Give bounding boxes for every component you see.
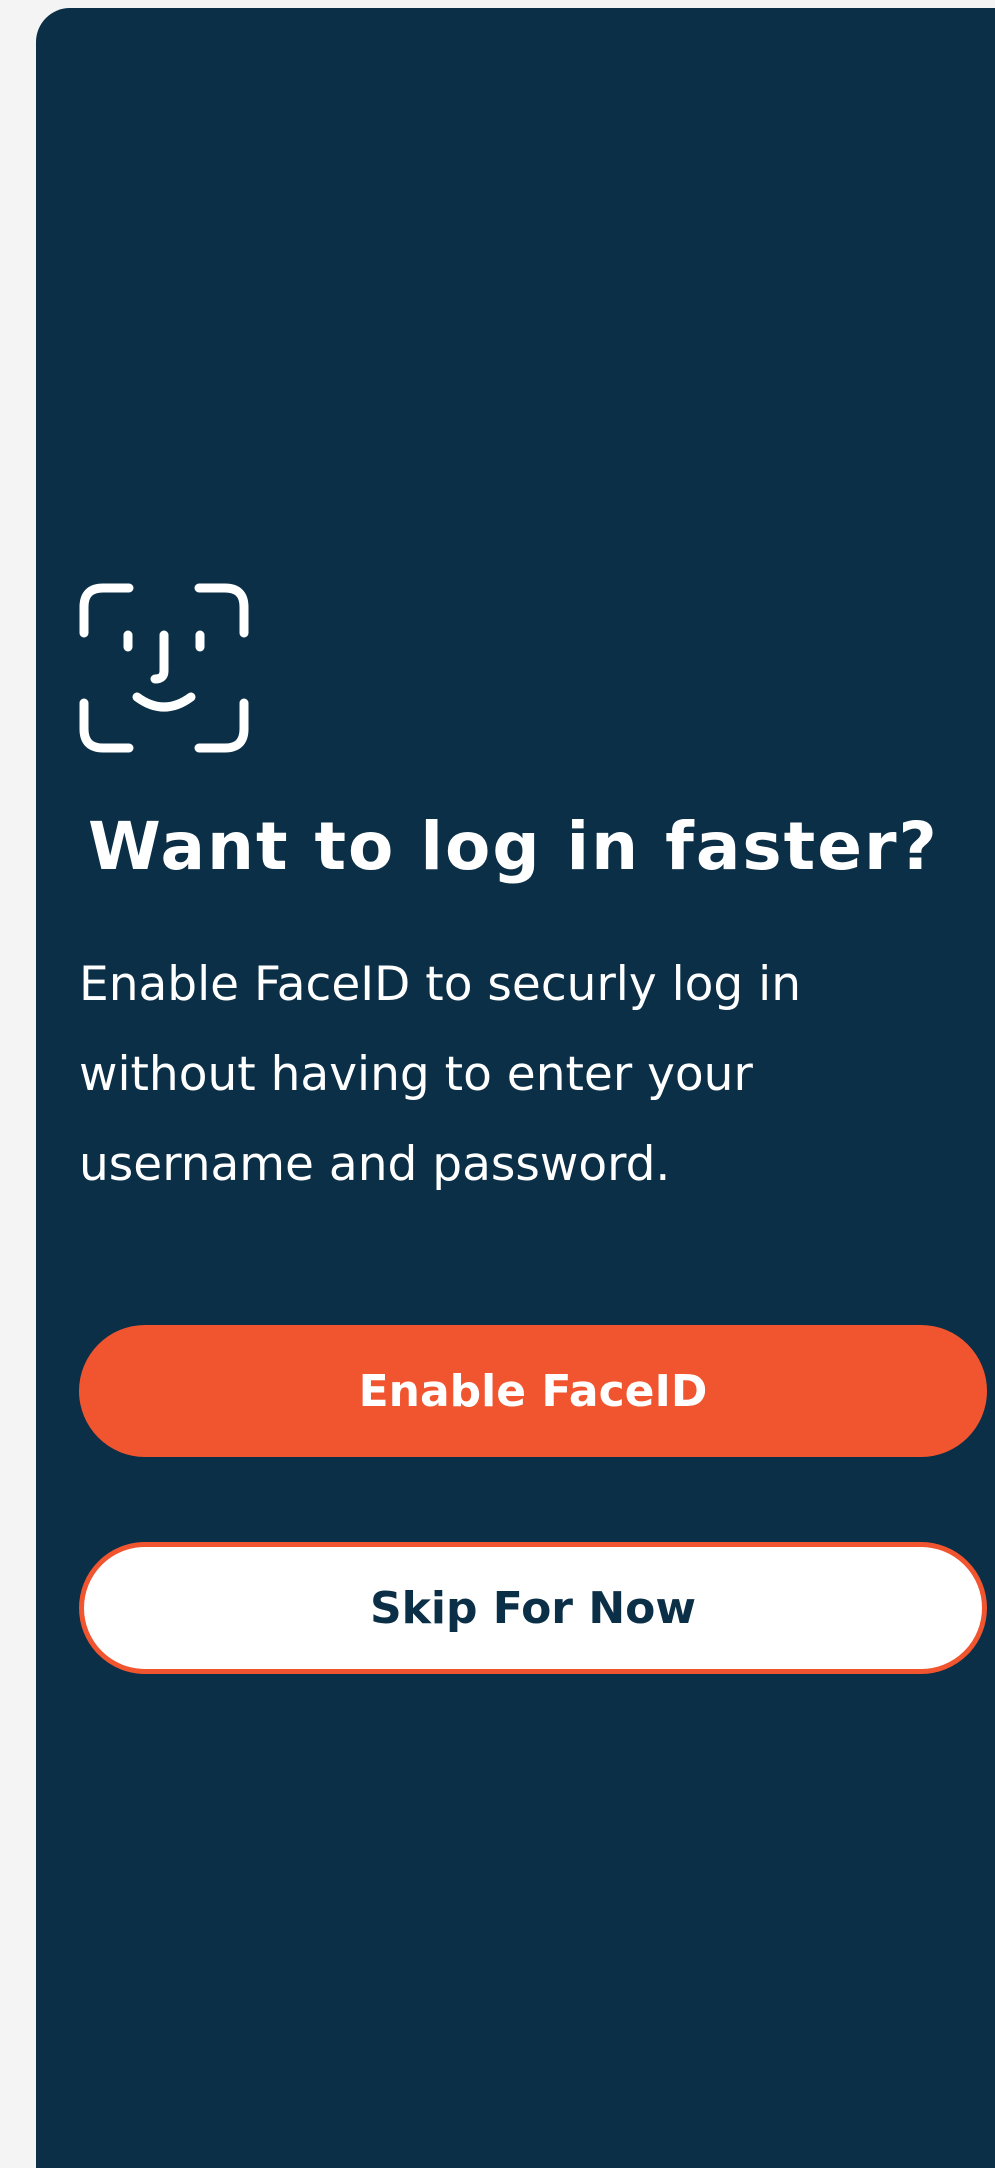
faceid-icon xyxy=(79,583,249,753)
enable-faceid-button[interactable]: Enable FaceID xyxy=(79,1325,987,1457)
skip-for-now-button[interactable]: Skip For Now xyxy=(79,1542,987,1674)
page-title: Want to log in faster? xyxy=(88,808,939,885)
description-text: Enable FaceID to securly log in without … xyxy=(79,957,802,1192)
